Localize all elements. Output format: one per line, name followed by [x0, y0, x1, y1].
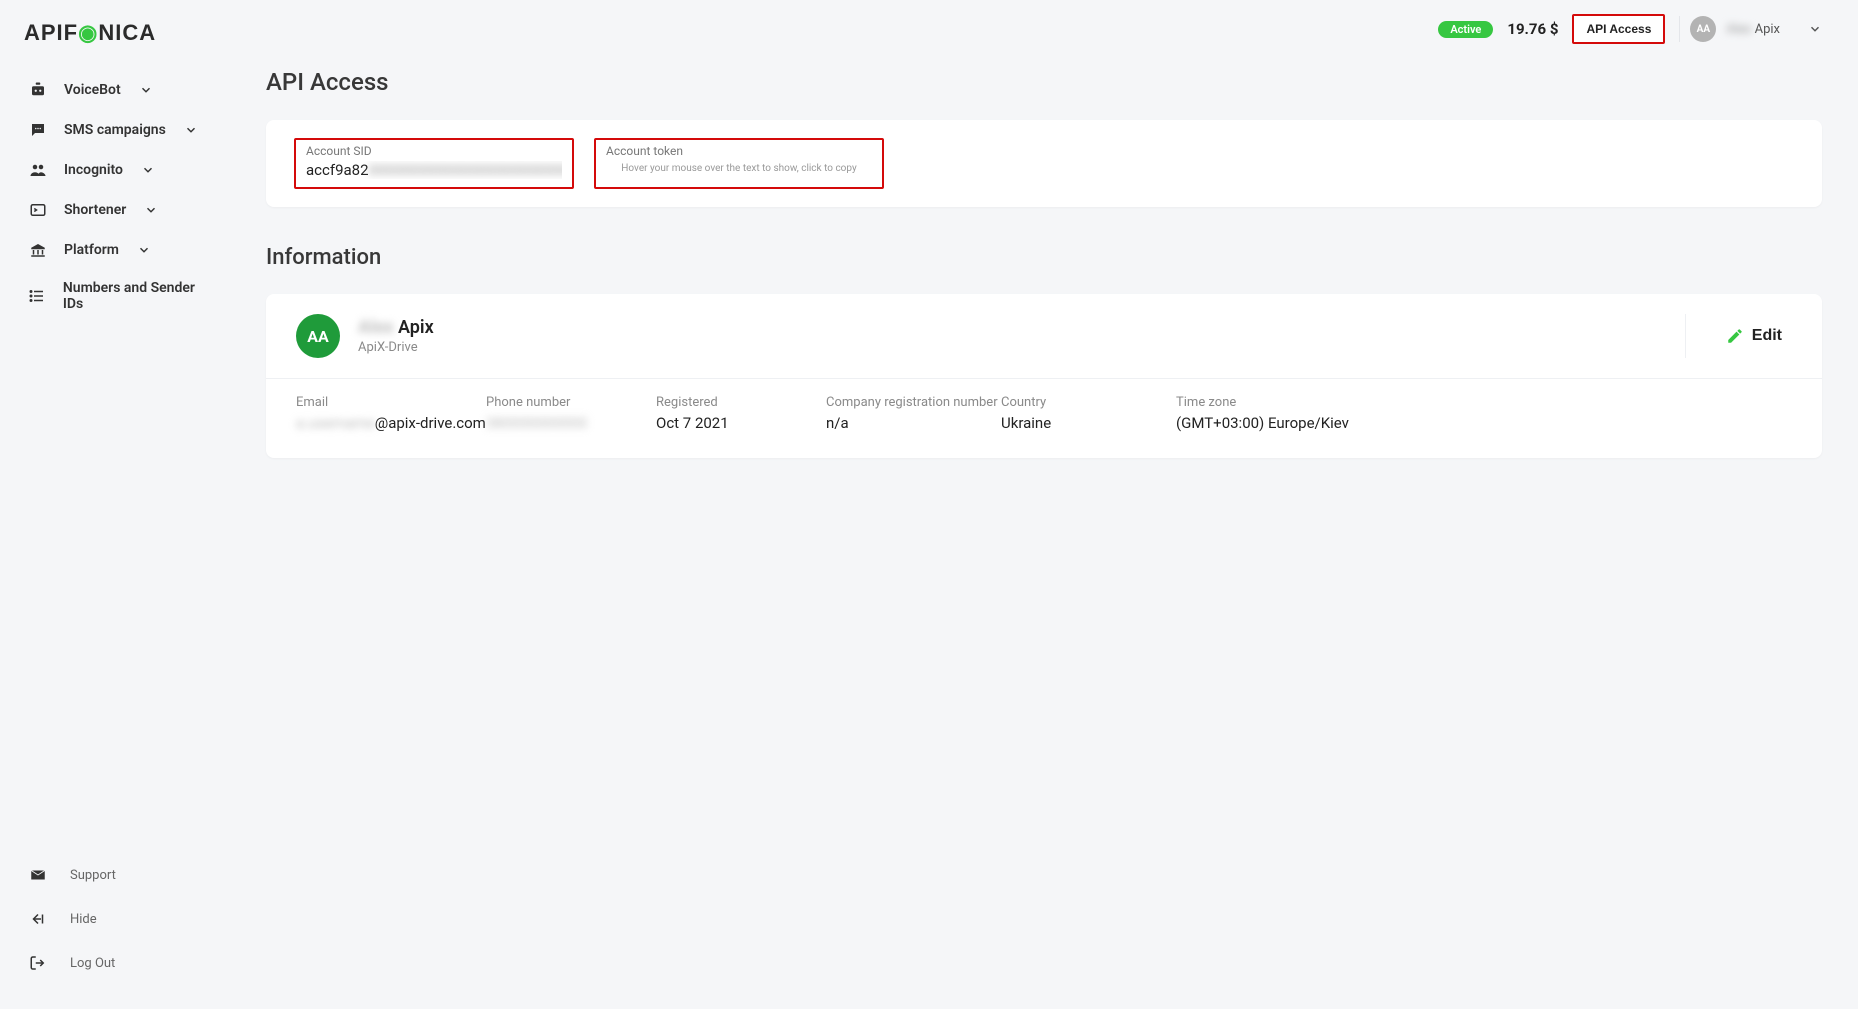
logout-icon — [28, 953, 48, 973]
credentials-card: Account SID accf9a8200000000000000000000… — [266, 120, 1822, 207]
balance: 19.76 $ — [1507, 20, 1558, 38]
info-timezone: Time zone (GMT+03:00) Europe/Kiev — [1176, 395, 1396, 432]
account-token-label: Account token — [606, 144, 872, 158]
sidebar-item-logout[interactable]: Log Out — [0, 941, 230, 985]
registered-value: Oct 7 2021 — [656, 414, 826, 432]
sidebar-bottom: Support Hide Log Out — [0, 853, 230, 993]
info-phone: Phone number 380000000000 — [486, 395, 656, 432]
sidebar-item-hide[interactable]: Hide — [0, 897, 230, 941]
account-sid-label: Account SID — [306, 144, 562, 158]
people-icon — [28, 160, 48, 180]
email-label: Email — [296, 395, 486, 410]
sidebar-item-label: Platform — [64, 242, 119, 258]
page-title: API Access — [266, 68, 1822, 96]
country-label: Country — [1001, 395, 1176, 410]
pencil-icon — [1726, 327, 1744, 345]
tz-value: (GMT+03:00) Europe/Kiev — [1176, 414, 1396, 432]
info-regnum: Company registration number n/a — [826, 395, 1001, 432]
information-card: AA Alex Apix ApiX-Drive Edi — [266, 294, 1822, 458]
sidebar-item-label: Incognito — [64, 162, 123, 178]
list-icon — [28, 286, 47, 306]
account-token-box[interactable]: Account token Hover your mouse over the … — [594, 138, 884, 189]
sidebar-item-numbers[interactable]: Numbers and Sender IDs — [0, 270, 230, 322]
sidebar-item-label: Shortener — [64, 202, 126, 218]
edit-label: Edit — [1752, 327, 1782, 345]
sid-prefix: accf9a82 — [306, 161, 369, 179]
chevron-down-icon — [1808, 22, 1822, 36]
mail-icon — [28, 865, 48, 885]
chevron-down-icon — [137, 243, 151, 257]
registered-label: Registered — [656, 395, 826, 410]
information-title: Information — [266, 245, 1822, 270]
edit-button[interactable]: Edit — [1726, 327, 1782, 345]
sidebar-item-shortener[interactable]: Shortener — [0, 190, 230, 230]
logo-target-icon: ◉ — [78, 20, 98, 45]
logo-text-post: NICA — [98, 20, 156, 45]
sidebar-item-label: Log Out — [70, 956, 115, 971]
sidebar-item-label: Hide — [70, 912, 97, 927]
info-email: Email a.username@apix-drive.com — [296, 395, 486, 432]
info-registered: Registered Oct 7 2021 — [656, 395, 826, 432]
status-badge: Active — [1438, 21, 1493, 38]
phone-value: 380000000000 — [486, 414, 656, 432]
sidebar-nav: VoiceBot SMS campaigns Incognito — [0, 64, 230, 322]
info-country: Country Ukraine — [1001, 395, 1176, 432]
collapse-icon — [28, 909, 48, 929]
sidebar-item-sms-campaigns[interactable]: SMS campaigns — [0, 110, 230, 150]
account-sid-box[interactable]: Account SID accf9a8200000000000000000000… — [294, 138, 574, 189]
phone-blur: 380000000000 — [486, 414, 587, 432]
tz-label: Time zone — [1176, 395, 1396, 410]
topbar: Active 19.76 $ API Access AA Alex Apix — [230, 0, 1858, 50]
chevron-down-icon — [141, 163, 155, 177]
sidebar-item-label: Numbers and Sender IDs — [63, 280, 210, 312]
logo-text-pre: APIF — [24, 20, 78, 45]
account-token-hover-hint: Hover your mouse over the text to show, … — [606, 161, 872, 174]
account-sid-value: accf9a820000000000000000000000000 — [306, 161, 562, 179]
profile-company: ApiX-Drive — [358, 340, 434, 355]
user-last: Apix — [1755, 22, 1780, 37]
main: Active 19.76 $ API Access AA Alex Apix A… — [230, 0, 1858, 1009]
robot-icon — [28, 80, 48, 100]
profile-avatar: AA — [296, 314, 340, 358]
user-menu[interactable]: AA Alex Apix — [1679, 16, 1822, 42]
phone-label: Phone number — [486, 395, 656, 410]
profile-first-blur: Alex — [358, 317, 393, 338]
logo[interactable]: APIF◉NICA — [0, 12, 230, 64]
email-prefix-blur: a.username — [296, 414, 375, 432]
avatar: AA — [1690, 16, 1716, 42]
sidebar-item-label: VoiceBot — [64, 82, 121, 98]
content: API Access Account SID accf9a82000000000… — [230, 50, 1858, 476]
user-first-blur: Alex — [1726, 22, 1751, 37]
chevron-down-icon — [139, 83, 153, 97]
profile-last: Apix — [398, 317, 434, 338]
chevron-down-icon — [184, 123, 198, 137]
email-value: a.username@apix-drive.com — [296, 414, 486, 432]
sidebar-item-label: SMS campaigns — [64, 122, 166, 138]
regnum-value: n/a — [826, 414, 1001, 432]
chevron-down-icon — [144, 203, 158, 217]
sidebar-item-incognito[interactable]: Incognito — [0, 150, 230, 190]
info-grid: Email a.username@apix-drive.com Phone nu… — [266, 379, 1822, 458]
country-value: Ukraine — [1001, 414, 1176, 432]
email-domain: @apix-drive.com — [375, 414, 486, 432]
sid-blur: 0000000000000000000000000 — [369, 161, 562, 179]
sidebar: APIF◉NICA VoiceBot SMS campaigns — [0, 0, 230, 1009]
sidebar-item-platform[interactable]: Platform — [0, 230, 230, 270]
sidebar-item-label: Support — [70, 868, 116, 883]
user-name: Alex Apix — [1726, 22, 1780, 37]
profile-name: Alex Apix — [358, 317, 434, 338]
api-access-button[interactable]: API Access — [1572, 14, 1665, 44]
regnum-label: Company registration number — [826, 395, 1001, 410]
bank-icon — [28, 240, 48, 260]
info-header: AA Alex Apix ApiX-Drive Edi — [266, 294, 1822, 379]
sidebar-item-voicebot[interactable]: VoiceBot — [0, 70, 230, 110]
message-icon — [28, 120, 48, 140]
sidebar-item-support[interactable]: Support — [0, 853, 230, 897]
terminal-icon — [28, 200, 48, 220]
